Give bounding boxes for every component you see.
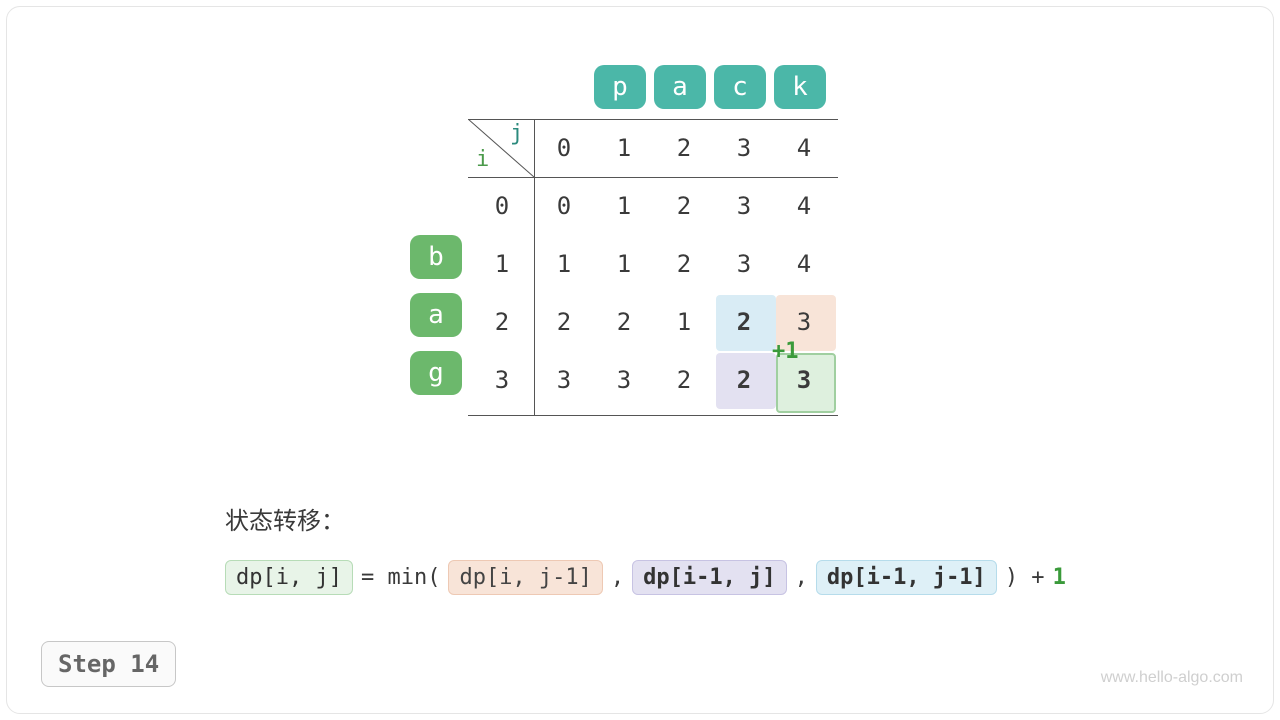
dp-cell: 4 — [774, 235, 834, 293]
axis-label-j: j — [510, 121, 523, 146]
formula-term-left: dp[i, j-1] — [448, 560, 602, 595]
formula-line: dp[i, j] = min( dp[i, j-1] , dp[i-1, j] … — [225, 560, 1066, 595]
step-badge: Step 14 — [41, 641, 176, 687]
formula-term-diag: dp[i-1, j-1] — [816, 560, 997, 595]
dp-cell: 1 — [594, 235, 654, 293]
row-index: 1 — [472, 235, 532, 293]
dp-cell: 2 — [654, 351, 714, 409]
axis-label-i: i — [476, 147, 489, 172]
col-index: 1 — [594, 119, 654, 177]
source-char-chip: g — [410, 351, 462, 395]
row-index: 3 — [472, 351, 532, 409]
dp-cell: 1 — [534, 235, 594, 293]
col-index: 3 — [714, 119, 774, 177]
row-index: 0 — [472, 177, 532, 235]
formula-plus-one: 1 — [1053, 565, 1066, 590]
dp-cell: 2 — [534, 293, 594, 351]
target-char-chip: c — [714, 65, 766, 109]
target-char-chip: p — [594, 65, 646, 109]
dp-cell: 1 — [654, 293, 714, 351]
row-index: 2 — [472, 293, 532, 351]
formula-comma: , — [609, 565, 626, 590]
plus-one-annotation: +1 — [772, 339, 799, 364]
source-char-chip: b — [410, 235, 462, 279]
dp-cell: 0 — [534, 177, 594, 235]
formula-comma: , — [793, 565, 810, 590]
col-index: 0 — [534, 119, 594, 177]
col-index: 2 — [654, 119, 714, 177]
diagram-frame: p a c k b a g j i 0 1 2 3 4 0 1 2 3 — [6, 6, 1274, 714]
formula-eq: = min( — [359, 565, 442, 590]
formula-lhs: dp[i, j] — [225, 560, 353, 595]
target-string-row: p a c k — [594, 65, 826, 109]
dp-cell: 1 — [594, 177, 654, 235]
dp-cell: 2 — [654, 177, 714, 235]
dp-cell: 2 — [714, 293, 774, 351]
formula-tail: ) + — [1003, 565, 1047, 590]
target-char-chip: a — [654, 65, 706, 109]
dp-cell: 3 — [594, 351, 654, 409]
dp-cell: 3 — [714, 177, 774, 235]
dp-cell: 3 — [714, 235, 774, 293]
dp-cell: 4 — [774, 177, 834, 235]
dp-cell: 2 — [654, 235, 714, 293]
col-index: 4 — [774, 119, 834, 177]
formula-term-top: dp[i-1, j] — [632, 560, 786, 595]
dp-cell: 3 — [534, 351, 594, 409]
source-string-col: b a g — [410, 235, 462, 395]
table-bottom-line — [468, 415, 838, 416]
formula-title: 状态转移： — [225, 501, 1066, 536]
source-char-chip: a — [410, 293, 462, 337]
dp-cell: 2 — [714, 351, 774, 409]
dp-cell: 2 — [594, 293, 654, 351]
watermark: www.hello-algo.com — [1101, 669, 1243, 687]
target-char-chip: k — [774, 65, 826, 109]
formula-block: 状态转移： dp[i, j] = min( dp[i, j-1] , dp[i-… — [225, 501, 1066, 595]
